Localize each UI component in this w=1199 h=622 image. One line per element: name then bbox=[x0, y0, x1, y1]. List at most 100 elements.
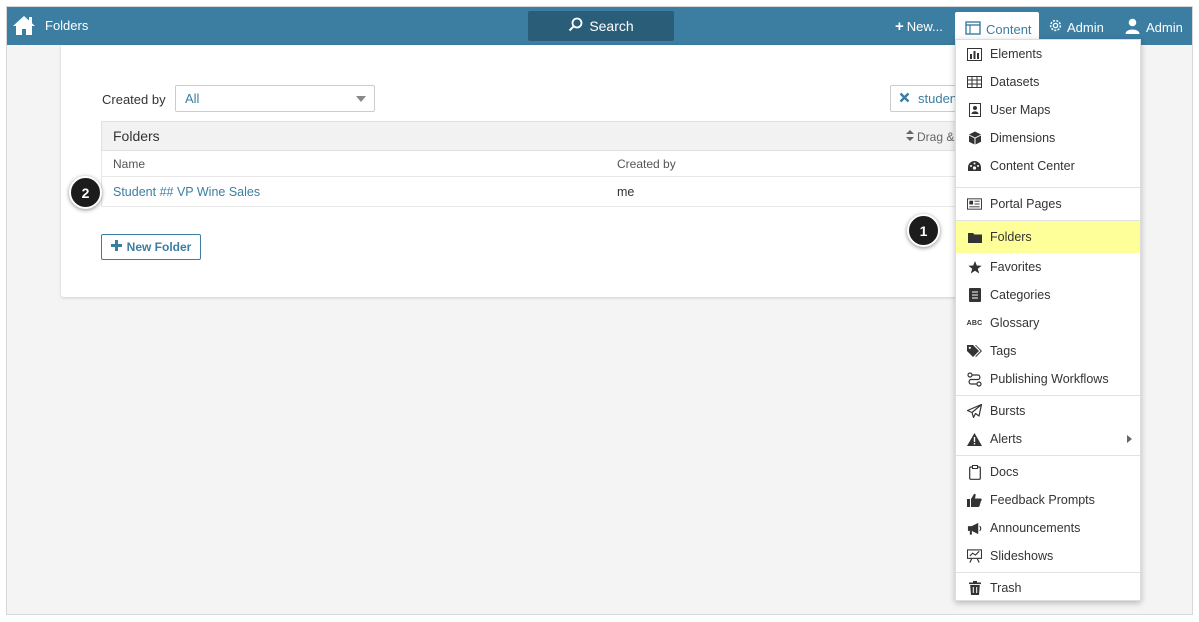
plus-icon bbox=[110, 240, 122, 254]
menu-item-trash[interactable]: Trash bbox=[956, 574, 1140, 602]
menu-item-label: Docs bbox=[990, 465, 1019, 479]
created-by-selected-value: All bbox=[185, 91, 200, 106]
newspaper-icon bbox=[967, 197, 982, 212]
book-icon bbox=[967, 288, 982, 303]
menu-item-label: Datasets bbox=[990, 75, 1040, 89]
clipboard-icon bbox=[967, 464, 982, 480]
folders-table: Folders Drag & Name Created by Student #… bbox=[101, 121, 971, 207]
warning-icon bbox=[967, 432, 982, 447]
created-by-select[interactable]: All bbox=[175, 85, 375, 112]
home-icon[interactable] bbox=[12, 14, 36, 36]
caret-down-icon bbox=[356, 96, 366, 102]
menu-item-label: Bursts bbox=[990, 404, 1026, 418]
menu-item-announcements[interactable]: Announcements bbox=[956, 514, 1140, 542]
chevron-right-icon bbox=[1127, 435, 1132, 443]
menu-item-label: Trash bbox=[990, 581, 1022, 595]
new-menu-button[interactable]: + New... bbox=[895, 18, 943, 35]
menu-item-label: Content Center bbox=[990, 159, 1075, 173]
user-menu-label: Admin bbox=[1146, 20, 1183, 35]
menu-divider bbox=[956, 572, 1140, 573]
drag-sort-hint[interactable]: Drag & bbox=[906, 130, 954, 144]
menu-item-alerts[interactable]: Alerts bbox=[956, 425, 1140, 453]
dashboard-icon bbox=[967, 159, 982, 174]
page-title: Folders bbox=[45, 18, 89, 33]
table-title: Folders bbox=[113, 128, 160, 144]
column-header-name[interactable]: Name bbox=[113, 157, 145, 171]
menu-item-elements[interactable]: Elements bbox=[956, 40, 1140, 68]
gear-icon bbox=[1048, 18, 1063, 36]
app-window: Folders Search + New... Content Admin Ad… bbox=[6, 6, 1193, 615]
close-icon[interactable] bbox=[899, 91, 910, 106]
menu-item-label: Dimensions bbox=[990, 131, 1056, 145]
search-icon bbox=[568, 17, 583, 35]
menu-item-bursts[interactable]: Bursts bbox=[956, 397, 1140, 425]
menu-item-portal-pages[interactable]: Portal Pages bbox=[956, 190, 1140, 218]
menu-item-label: Feedback Prompts bbox=[990, 493, 1095, 507]
column-header-created-by[interactable]: Created by bbox=[617, 157, 676, 171]
menu-item-feedback-prompts[interactable]: Feedback Prompts bbox=[956, 486, 1140, 514]
menu-item-content-center[interactable]: Content Center bbox=[956, 152, 1140, 180]
menu-item-label: Categories bbox=[990, 288, 1051, 302]
drag-hint-label: Drag & bbox=[917, 130, 955, 144]
menu-item-glossary[interactable]: ABC Glossary bbox=[956, 309, 1140, 337]
bar-chart-icon bbox=[967, 47, 982, 62]
workflow-icon bbox=[967, 371, 982, 387]
menu-item-label: User Maps bbox=[990, 103, 1051, 117]
sort-icon bbox=[906, 130, 914, 144]
cube-icon bbox=[967, 131, 982, 146]
search-button[interactable]: Search bbox=[528, 11, 674, 41]
table-title-bar: Folders Drag & bbox=[101, 121, 971, 151]
new-menu-label: New... bbox=[906, 19, 943, 34]
menu-item-user-maps[interactable]: User Maps bbox=[956, 96, 1140, 124]
menu-item-label: Favorites bbox=[990, 260, 1042, 274]
table-header-row: Name Created by bbox=[101, 151, 971, 177]
menu-divider bbox=[956, 187, 1140, 188]
menu-item-publishing-workflows[interactable]: Publishing Workflows bbox=[956, 365, 1140, 393]
menu-divider bbox=[956, 455, 1140, 456]
menu-item-label: Folders bbox=[990, 230, 1032, 244]
content-menu-label: Content bbox=[986, 21, 1032, 37]
abc-icon: ABC bbox=[966, 319, 983, 327]
user-icon bbox=[1125, 18, 1140, 37]
menu-item-favorites[interactable]: Favorites bbox=[956, 253, 1140, 281]
menu-item-label: Glossary bbox=[990, 316, 1040, 330]
callout-badge-2: 2 bbox=[69, 176, 102, 209]
menu-item-slideshows[interactable]: Slideshows bbox=[956, 542, 1140, 570]
menu-item-label: Tags bbox=[990, 344, 1017, 358]
admin-settings-label: Admin bbox=[1067, 19, 1104, 35]
menu-item-datasets[interactable]: Datasets bbox=[956, 68, 1140, 96]
menu-item-folders[interactable]: Folders bbox=[956, 221, 1140, 253]
menu-item-tags[interactable]: Tags bbox=[956, 337, 1140, 365]
content-dropdown-menu: Elements Datasets User Maps Dimensions C… bbox=[955, 39, 1141, 601]
user-card-icon bbox=[967, 103, 982, 118]
menu-item-categories[interactable]: Categories bbox=[956, 281, 1140, 309]
menu-item-label: Elements bbox=[990, 47, 1043, 61]
menu-item-dimensions[interactable]: Dimensions bbox=[956, 124, 1140, 152]
callout-badge-1: 1 bbox=[907, 214, 940, 247]
folder-icon bbox=[967, 230, 982, 245]
folder-name-link[interactable]: Student ## VP Wine Sales bbox=[113, 185, 260, 199]
search-button-label: Search bbox=[589, 18, 634, 34]
admin-settings-button[interactable]: Admin bbox=[1048, 18, 1104, 36]
created-by-filter-label: Created by bbox=[102, 92, 166, 107]
presentation-icon bbox=[967, 549, 982, 564]
menu-item-label: Alerts bbox=[990, 432, 1022, 446]
table-row[interactable]: Student ## VP Wine Sales me bbox=[101, 177, 971, 207]
new-folder-label: New Folder bbox=[126, 240, 192, 254]
menu-item-label: Portal Pages bbox=[990, 197, 1062, 211]
menu-item-label: Slideshows bbox=[990, 549, 1054, 563]
star-icon bbox=[967, 260, 982, 275]
menu-item-label: Announcements bbox=[990, 521, 1081, 535]
bullhorn-icon bbox=[967, 521, 982, 536]
window-icon bbox=[965, 20, 981, 38]
tags-icon bbox=[967, 344, 982, 359]
new-folder-button[interactable]: New Folder bbox=[101, 234, 201, 260]
menu-item-label: Publishing Workflows bbox=[990, 372, 1109, 386]
plus-icon: + bbox=[895, 18, 904, 35]
thumbs-up-icon bbox=[967, 493, 982, 508]
menu-divider bbox=[956, 395, 1140, 396]
user-menu-button[interactable]: Admin bbox=[1125, 18, 1183, 37]
folders-panel: Created by All student Folders Drag & Na… bbox=[61, 45, 980, 297]
paper-plane-icon bbox=[967, 404, 982, 419]
menu-item-docs[interactable]: Docs bbox=[956, 458, 1140, 486]
